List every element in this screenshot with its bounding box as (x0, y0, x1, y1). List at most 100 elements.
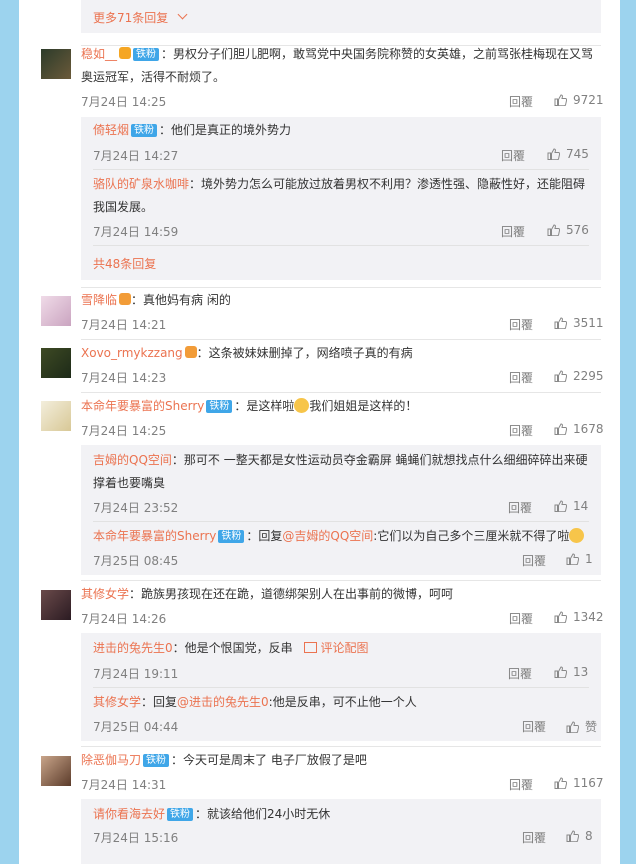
reply-list: 倚轻烟 铁粉 ：他们是真正的境外势力 7月24日 14:27 回覆 745 骆队的矿… (81, 117, 601, 280)
more-replies-link[interactable]: 共48条回复 (93, 255, 156, 272)
like-button[interactable]: 8 (566, 829, 593, 843)
timestamp: 7月25日 04:44 (93, 720, 179, 734)
avatar[interactable] (41, 348, 71, 378)
comment-text: 本命年要暴富的Sherry 铁粉 ：是这样啦 我们姐姐是这样的！ (81, 395, 601, 418)
like-count: 8 (585, 829, 593, 843)
thumbs-up-icon (554, 423, 567, 435)
like-button[interactable]: 1342 (554, 610, 604, 624)
reply-text: 其修女学：回复@进击的兔先生0:他是反串，可不止他一个人 (93, 691, 589, 714)
like-button[interactable]: 9721 (554, 93, 604, 107)
fan-badge: 铁粉 (218, 530, 245, 543)
username-link[interactable]: 其修女学 (93, 695, 141, 709)
avatar[interactable] (41, 401, 71, 431)
thumbs-up-icon (554, 500, 567, 512)
reply-button[interactable]: 回覆 (509, 93, 533, 110)
more-replies-label: 更多71条回复 (93, 11, 169, 25)
comment-text: Xovo_rmykzzang ：这条被妹妹删掉了，网络喷子真的有病 (81, 342, 601, 365)
username-link[interactable]: 其修女学 (81, 587, 129, 601)
username-link[interactable]: 本命年要暴富的Sherry (93, 529, 216, 543)
like-count: 2295 (573, 369, 604, 383)
thumbs-up-icon (554, 611, 567, 623)
like-button[interactable]: 赞 (566, 718, 597, 735)
reply-button[interactable]: 回覆 (522, 829, 546, 846)
divider (81, 339, 601, 340)
reply-button[interactable]: 回覆 (501, 147, 525, 164)
timestamp: 7月24日 14:25 (81, 95, 167, 109)
like-button[interactable]: 3511 (554, 316, 604, 330)
comment-body-cont: 我们姐姐是这样的！ (309, 399, 418, 413)
member-crown-icon (119, 47, 132, 59)
like-count: 1 (585, 552, 593, 566)
like-button[interactable]: 13 (554, 665, 588, 679)
thumbs-up-icon (554, 666, 567, 678)
reply-button[interactable]: 回覆 (508, 665, 532, 682)
like-button[interactable]: 1167 (554, 776, 604, 790)
reply-button[interactable]: 回覆 (508, 499, 532, 516)
reply-button[interactable]: 回覆 (522, 552, 546, 569)
like-count: 1342 (573, 610, 604, 624)
timestamp: 7月24日 14:59 (93, 225, 179, 239)
username-link[interactable]: 雪降临 (81, 293, 117, 307)
comment-body: ：这条被妹妹删掉了，网络喷子真的有病 (196, 346, 413, 360)
thumbs-up-icon (547, 148, 560, 160)
like-count: 3511 (573, 316, 604, 330)
comment-text: 雪降临 ：真他妈有病 闲的 (81, 289, 601, 312)
username-link[interactable]: 除恶伽马刀 (81, 753, 141, 767)
like-count: 1678 (573, 422, 604, 436)
like-button[interactable]: 745 (547, 147, 589, 161)
like-button[interactable]: 14 (554, 499, 588, 513)
smile-emoji-icon (569, 528, 585, 543)
reply-body: ：就该给他们24小时无休 (195, 807, 331, 821)
username-link[interactable]: Xovo_rmykzzang (81, 346, 183, 360)
username-link[interactable]: 吉姆的QQ空间 (93, 453, 172, 467)
more-replies-link[interactable]: 更多71条回复 (81, 0, 601, 33)
comment-body: ：是这样啦 (234, 399, 295, 413)
timestamp: 7月24日 15:16 (93, 831, 179, 845)
reply-text: 请你看海去好 铁粉 ：就该给他们24小时无休 (93, 803, 589, 826)
timestamp: 7月24日 14:26 (81, 612, 167, 626)
mention-link[interactable]: @吉姆的QQ空间 (282, 529, 373, 543)
avatar[interactable] (41, 296, 71, 326)
comment-body: ：跪族男孩现在还在跪，道德绑架别人在出事前的微博，呵呵 (129, 587, 454, 601)
avatar[interactable] (41, 49, 71, 79)
like-count: 赞 (585, 720, 598, 734)
username-link[interactable]: 稳如__ (81, 47, 117, 61)
avatar[interactable] (41, 756, 71, 786)
avatar[interactable] (41, 590, 71, 620)
thumbs-up-icon (554, 317, 567, 329)
reply-button[interactable]: 回覆 (509, 610, 533, 627)
reply-text: 本命年要暴富的Sherry 铁粉 ：回复@吉姆的QQ空间:它们以为自己多个三厘米就不… (93, 525, 589, 548)
reply-button[interactable]: 回覆 (522, 718, 546, 735)
username-link[interactable]: 本命年要暴富的Sherry (81, 399, 204, 413)
reply-button[interactable]: 回覆 (501, 223, 525, 240)
username-link[interactable]: 请你看海去好 (93, 807, 165, 821)
username-link[interactable]: 进击的兔先生0 (93, 641, 173, 655)
reply-button[interactable]: 回覆 (509, 776, 533, 793)
comment-text: 其修女学：跪族男孩现在还在跪，道德绑架别人在出事前的微博，呵呵 (81, 583, 601, 606)
like-button[interactable]: 1 (566, 552, 593, 566)
like-button[interactable]: 576 (547, 223, 589, 237)
divider (81, 392, 601, 393)
comment-image-link[interactable]: 评论配图 (304, 641, 369, 655)
timestamp: 7月24日 14:21 (81, 318, 167, 332)
reply-body: ：他们是真正的境外势力 (159, 123, 292, 137)
member-crown-icon (184, 346, 197, 358)
comment-text: 稳如__ 铁粉 ：男权分子们胆儿肥啊，敢骂党中央国务院称赞的女英雄，之前骂张桂梅现在… (81, 43, 601, 89)
fan-badge: 铁粉 (131, 124, 158, 137)
comment-body: ：今天可是周末了 电子厂放假了是吧 (171, 753, 367, 767)
like-button[interactable]: 2295 (554, 369, 604, 383)
reply-button[interactable]: 回覆 (509, 369, 533, 386)
mention-link[interactable]: @进击的兔先生0 (177, 695, 269, 709)
username-link[interactable]: 骆队的矿泉水咖啡 (93, 177, 189, 191)
like-button[interactable]: 1678 (554, 422, 604, 436)
reply-button[interactable]: 回覆 (509, 422, 533, 439)
reply-list: 进击的兔先生0：他是个恨国党，反串 评论配图 7月24日 19:11 回覆 13… (81, 633, 601, 741)
comment-body: ：真他妈有病 闲的 (131, 293, 231, 307)
reply-body: ：回复 (141, 695, 178, 709)
fan-badge: 铁粉 (143, 754, 170, 767)
thumbs-up-icon (566, 553, 579, 565)
fan-badge: 铁粉 (206, 400, 233, 413)
username-link[interactable]: 倚轻烟 (93, 123, 129, 137)
reply-button[interactable]: 回覆 (509, 316, 533, 333)
like-count: 14 (573, 499, 589, 513)
